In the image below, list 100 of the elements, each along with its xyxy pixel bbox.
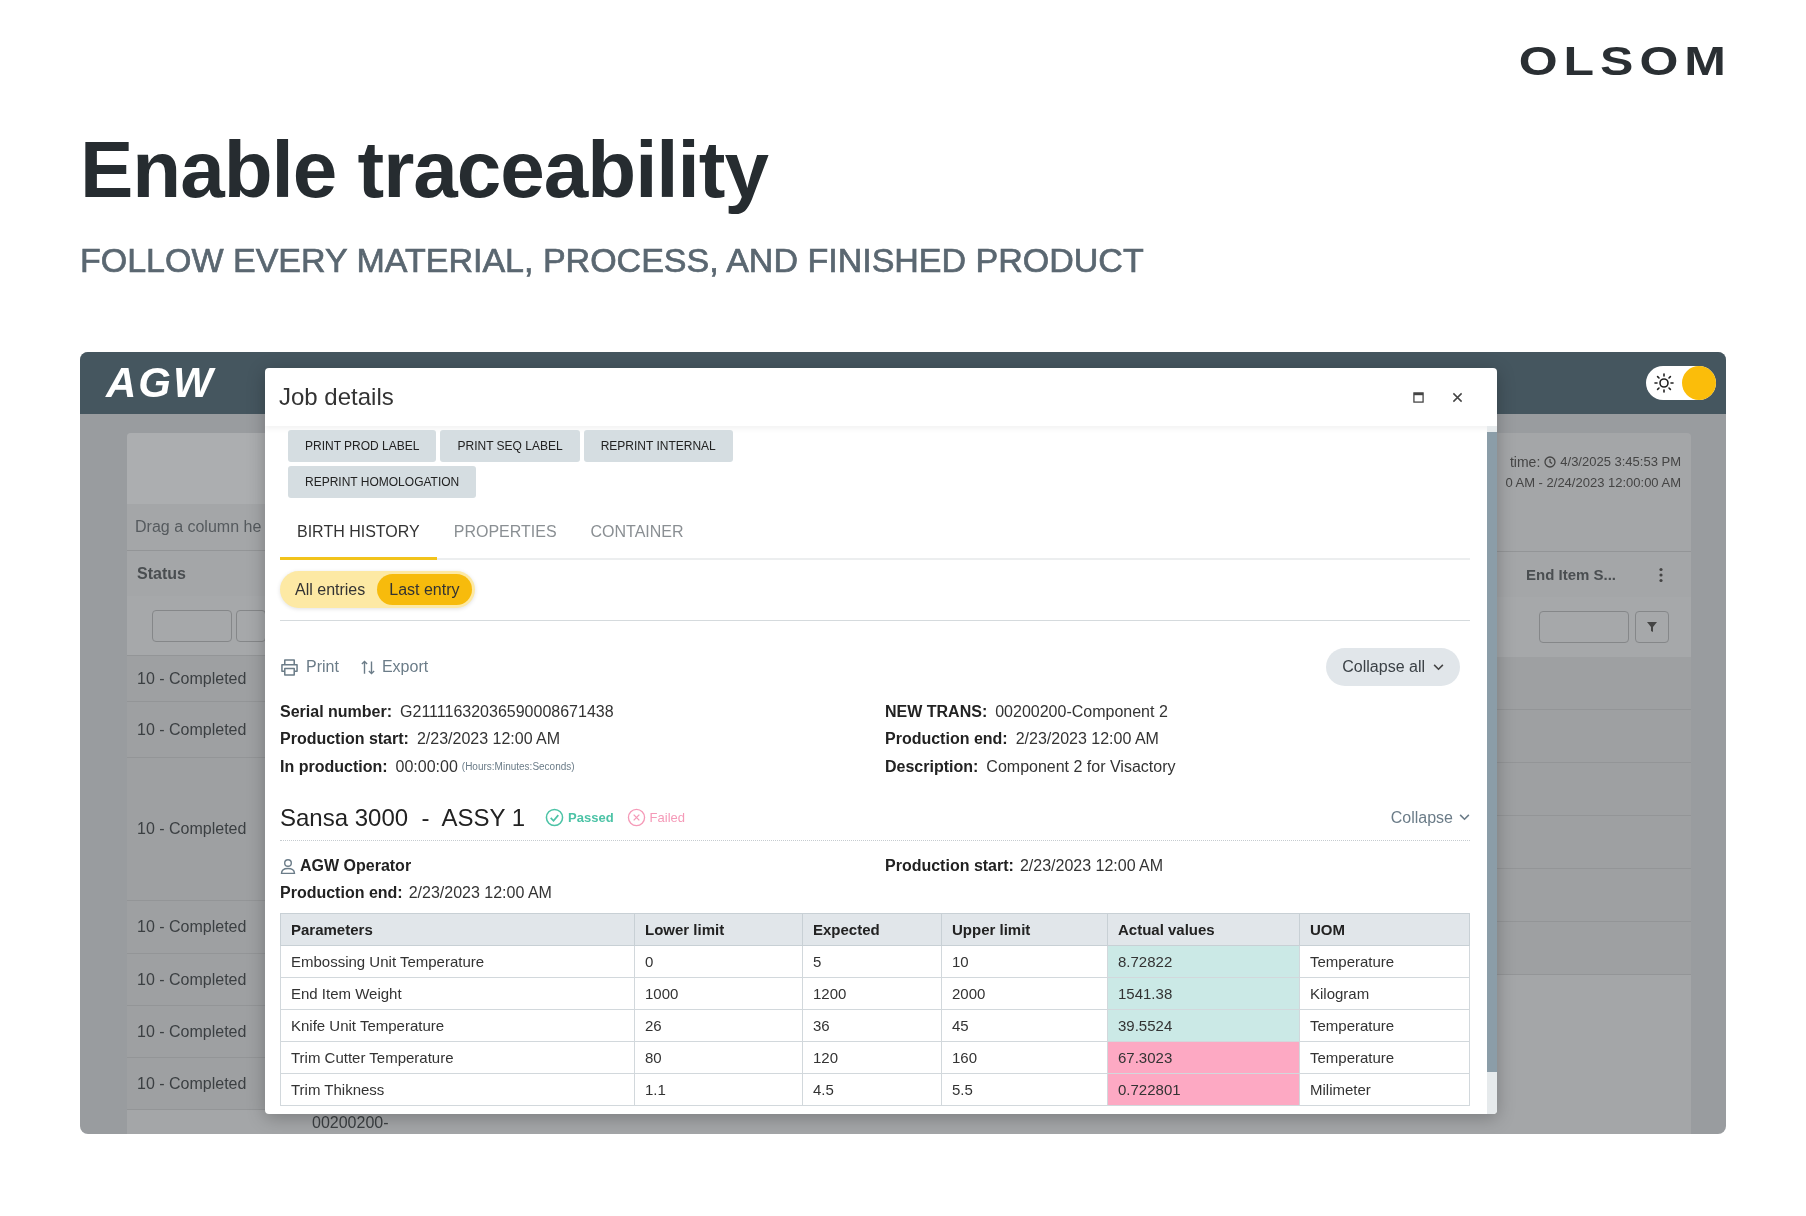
- table-cell: 26: [634, 1009, 803, 1041]
- table-cell: 4.5: [802, 1073, 942, 1105]
- table-cell: End Item Weight: [280, 977, 635, 1009]
- page-title: Enable traceability: [80, 124, 770, 216]
- section-title: Sansa 3000 - ASSY 1: [280, 803, 526, 832]
- filter-button[interactable]: [1635, 611, 1669, 643]
- tab[interactable]: BIRTH HISTORY: [280, 506, 437, 560]
- table-cell: 80: [634, 1041, 803, 1073]
- close-icon[interactable]: [1452, 391, 1463, 403]
- time-label: time:: [1509, 453, 1541, 470]
- table-cell: 10 - Completed: [137, 1022, 247, 1041]
- table-cell: 1.1: [634, 1073, 803, 1105]
- table-cell: Knife Unit Temperature: [280, 1009, 635, 1041]
- detail-value: Component 2 for Visactory: [986, 757, 1176, 776]
- table-cell: 160: [941, 1041, 1108, 1073]
- chevron-down-icon: [1459, 814, 1470, 821]
- table-cell: Trim Cutter Temperature: [280, 1041, 635, 1073]
- table-cell: 5.5: [941, 1073, 1108, 1105]
- status-label: Failed: [649, 810, 686, 825]
- check-circle-icon: [545, 808, 565, 827]
- filter-field[interactable]: [152, 609, 232, 642]
- segment-option[interactable]: Last entry: [377, 574, 472, 605]
- clock-icon: [1544, 455, 1557, 468]
- brand-logo: OLSOM: [1518, 41, 1732, 81]
- detail-value: 00200200-Component 2: [995, 702, 1168, 721]
- column-header: Upper limit: [941, 913, 1108, 945]
- maximize-icon[interactable]: [1413, 391, 1424, 403]
- operator-name: AGW Operator: [300, 857, 412, 875]
- actual-value-cell: 67.3023: [1107, 1041, 1300, 1073]
- table-cell: Temperature: [1299, 945, 1470, 977]
- dialog-title: Job details: [279, 383, 395, 411]
- filter-icon: [1646, 621, 1658, 633]
- detail-value: 2/23/2023 12:00 AM: [1019, 857, 1164, 875]
- chevron-down-icon: [1433, 663, 1444, 671]
- detail-label: Serial number:: [280, 702, 393, 721]
- detail-label: Production start:: [885, 857, 1014, 875]
- detail-note: (Hours:Minutes:Seconds): [461, 761, 575, 773]
- detail-value: 2/23/2023 12:00 AM: [1015, 730, 1159, 749]
- table-cell: 1200: [802, 977, 942, 1009]
- export-button[interactable]: Export: [360, 658, 429, 676]
- table-cell: 10 - Completed: [137, 918, 247, 936]
- table-cell: Embossing Unit Temperature: [280, 945, 635, 977]
- table-cell: 0: [634, 945, 803, 977]
- column-header: Actual values: [1107, 913, 1300, 945]
- table-cell: 5: [802, 945, 942, 977]
- detail-label: NEW TRANS:: [885, 702, 988, 721]
- x-circle-icon: [626, 808, 646, 827]
- table-cell: 10 - Completed: [137, 820, 247, 838]
- theme-toggle[interactable]: [1646, 366, 1716, 400]
- detail-value: 2/23/2023 12:00 AM: [416, 730, 561, 749]
- table-cell: Temperature: [1299, 1041, 1470, 1073]
- date-range: 0 AM - 2/24/2023 12:00:00 AM: [1505, 475, 1681, 490]
- table-cell: 10 - Completed: [137, 1074, 247, 1093]
- page-subtitle: FOLLOW EVERY MATERIAL, PROCESS, AND FINISHED PRODUCT: [80, 240, 1145, 281]
- actual-value-cell: 1541.38: [1107, 977, 1300, 1009]
- kebab-menu-icon[interactable]: [1659, 566, 1663, 583]
- action-button[interactable]: PRINT SEQ LABEL: [440, 430, 580, 462]
- up-down-arrows-icon: [360, 658, 375, 676]
- action-button[interactable]: REPRINT HOMOLOGATION: [288, 466, 477, 498]
- table-cell: Milimeter: [1299, 1073, 1470, 1105]
- action-button[interactable]: REPRINT INTERNAL: [583, 430, 733, 462]
- table-cell: 2000: [941, 977, 1108, 1009]
- table-cell: 36: [802, 1009, 942, 1041]
- print-button[interactable]: Print: [280, 658, 339, 676]
- filter-field[interactable]: [1539, 611, 1629, 643]
- table-cell: Temperature: [1299, 1009, 1470, 1041]
- actual-value-cell: 8.72822: [1107, 945, 1300, 977]
- column-header: Parameters: [280, 913, 635, 945]
- table-cell: 00200200-: [312, 1114, 389, 1131]
- group-hint: Drag a column he: [135, 518, 262, 536]
- column-header: UOM: [1299, 913, 1470, 945]
- collapse-all-button[interactable]: Collapse all: [1326, 648, 1460, 686]
- table-cell: 1000: [634, 977, 803, 1009]
- detail-label: Production end:: [885, 730, 1008, 749]
- segment-option[interactable]: All entries: [283, 574, 378, 605]
- collapse-button[interactable]: Collapse: [1390, 808, 1470, 827]
- action-button[interactable]: PRINT PROD LABEL: [288, 430, 437, 462]
- time-value: 4/3/2025 3:45:53 PM: [1560, 454, 1681, 469]
- detail-value: 2/23/2023 12:00 AM: [408, 884, 552, 902]
- scrollbar[interactable]: [1487, 426, 1497, 1114]
- table-cell: Trim Thikness: [280, 1073, 635, 1105]
- user-icon: [280, 858, 296, 874]
- table-cell: Kilogram: [1299, 977, 1470, 1009]
- table-cell: 120: [802, 1041, 942, 1073]
- detail-label: Description:: [885, 757, 979, 776]
- column-header: Expected: [802, 913, 942, 945]
- table-cell: 45: [941, 1009, 1108, 1041]
- detail-label: Production end:: [280, 884, 403, 902]
- actual-value-cell: 0.722801: [1107, 1073, 1300, 1105]
- sun-icon: [1654, 373, 1674, 393]
- actual-value-cell: 39.5524: [1107, 1009, 1300, 1041]
- table-cell: 10 - Completed: [137, 970, 247, 989]
- detail-label: In production:: [280, 757, 388, 776]
- table-cell: 10: [941, 945, 1108, 977]
- printer-icon: [280, 658, 299, 676]
- app-logo: AGW: [106, 359, 215, 407]
- column-header: Lower limit: [634, 913, 803, 945]
- table-cell: 10 - Completed: [137, 720, 247, 739]
- table-cell: 10 - Completed: [137, 669, 247, 688]
- status-label: Passed: [568, 810, 614, 825]
